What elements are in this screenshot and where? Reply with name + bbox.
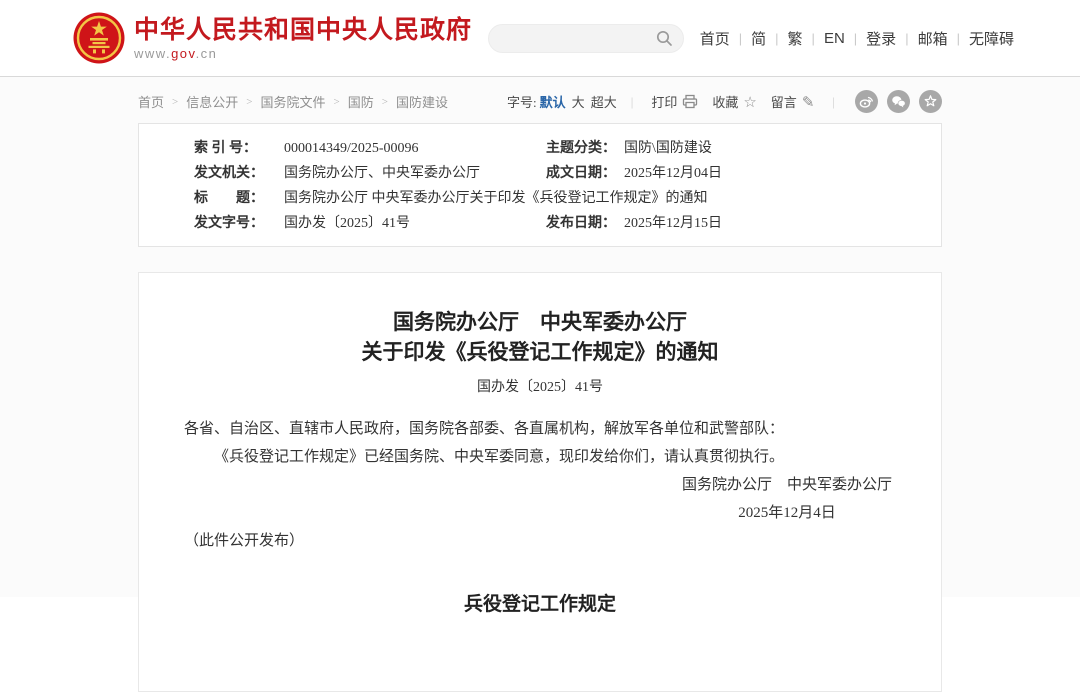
site-header: 中华人民共和国中央人民政府 www.gov.cn 首页| 简| 繁| EN| 登… — [0, 0, 1080, 77]
meta-index-value: 000014349/2025-00096 — [284, 136, 546, 161]
print-button[interactable]: 打印 — [651, 92, 698, 111]
font-size-default-button[interactable]: 默认 — [540, 92, 566, 111]
meta-title-label: 标 题： — [194, 186, 284, 211]
meta-agency-label: 发文机关： — [194, 161, 284, 186]
meta-title-value: 国务院办公厅 中央军委办公厅关于印发《兵役登记工作规定》的通知 — [284, 186, 941, 211]
search-box[interactable] — [488, 24, 684, 53]
nav-accessibility[interactable]: 无障碍 — [969, 28, 1014, 49]
breadcrumb-national-defense[interactable]: 国防 — [348, 92, 374, 111]
share-weibo-button[interactable] — [855, 90, 878, 113]
meta-index-label: 索 引 号： — [194, 136, 284, 161]
nav-mail[interactable]: 邮箱 — [918, 28, 948, 49]
site-brand[interactable]: 中华人民共和国中央人民政府 www.gov.cn — [134, 16, 472, 61]
breadcrumb-info-disclosure[interactable]: 信息公开 — [186, 92, 238, 111]
search-icon[interactable] — [656, 30, 673, 47]
meta-row: 索 引 号： 000014349/2025-00096 主题分类： 国防\国防建… — [139, 136, 941, 161]
document-title-line2: 关于印发《兵役登记工作规定》的通知 — [184, 337, 896, 367]
breadcrumb: 首页> 信息公开> 国务院文件> 国防> 国防建设 — [138, 92, 448, 111]
nav-login[interactable]: 登录 — [866, 28, 896, 49]
page-background: 首页> 信息公开> 国务院文件> 国防> 国防建设 字号: 默认 大 超大 | … — [0, 77, 1080, 597]
pencil-icon: ✎ — [802, 93, 815, 111]
nav-traditional[interactable]: 繁 — [788, 28, 803, 49]
font-size-xlarge-button[interactable]: 超大 — [591, 92, 617, 111]
meta-topic-label: 主题分类： — [546, 136, 624, 161]
site-title: 中华人民共和国中央人民政府 — [134, 16, 472, 44]
printer-icon — [682, 94, 698, 109]
breadcrumb-current: 国防建设 — [396, 92, 448, 111]
toolbar: 首页> 信息公开> 国务院文件> 国防> 国防建设 字号: 默认 大 超大 | … — [138, 77, 942, 113]
meta-row: 标 题： 国务院办公厅 中央军委办公厅关于印发《兵役登记工作规定》的通知 — [139, 186, 941, 211]
meta-written-date-label: 成文日期： — [546, 161, 624, 186]
document-body: 各省、自治区、直辖市人民政府，国务院各部委、各直属机构，解放军各单位和武警部队：… — [184, 415, 896, 619]
document-title: 国务院办公厅 中央军委办公厅 关于印发《兵役登记工作规定》的通知 — [184, 307, 896, 367]
meta-doc-number-value: 国办发〔2025〕41号 — [284, 211, 546, 236]
nav-home[interactable]: 首页 — [700, 28, 730, 49]
share-wechat-button[interactable] — [887, 90, 910, 113]
meta-row: 发文字号： 国办发〔2025〕41号 发布日期： 2025年12月15日 — [139, 211, 941, 236]
share-favorite-button[interactable] — [919, 90, 942, 113]
star-circle-icon — [923, 94, 938, 109]
document-content: 国务院办公厅 中央军委办公厅 关于印发《兵役登记工作规定》的通知 国办发〔202… — [138, 272, 942, 692]
public-release-note: （此件公开发布） — [184, 527, 896, 555]
document-paragraph: 各省、自治区、直辖市人民政府，国务院各部委、各直属机构，解放军各单位和武警部队： — [184, 415, 896, 443]
top-nav: 首页| 简| 繁| EN| 登录| 邮箱| 无障碍 — [700, 28, 1014, 49]
meta-doc-number-label: 发文字号： — [194, 211, 284, 236]
nav-english[interactable]: EN — [824, 30, 845, 47]
document-title-line1: 国务院办公厅 中央军委办公厅 — [184, 307, 896, 337]
meta-row: 发文机关： 国务院办公厅、中央军委办公厅 成文日期： 2025年12月04日 — [139, 161, 941, 186]
national-emblem-icon — [73, 12, 125, 64]
weibo-icon — [859, 94, 874, 109]
search-input[interactable] — [503, 31, 656, 46]
meta-agency-value: 国务院办公厅、中央军委办公厅 — [284, 161, 546, 186]
font-size-large-button[interactable]: 大 — [572, 92, 585, 111]
meta-topic-value: 国防\国防建设 — [624, 136, 941, 161]
font-size-label: 字号: — [507, 92, 537, 111]
signature-date: 2025年12月4日 — [682, 499, 892, 527]
document-number: 国办发〔2025〕41号 — [184, 374, 896, 402]
comment-button[interactable]: 留言 ✎ — [771, 92, 815, 111]
star-icon: ☆ — [743, 93, 756, 111]
site-url: www.gov.cn — [134, 46, 472, 61]
wechat-icon — [891, 94, 906, 109]
favorite-button[interactable]: 收藏 ☆ — [712, 92, 756, 111]
meta-publish-date-value: 2025年12月15日 — [624, 211, 941, 236]
signature-block: 国务院办公厅 中央军委办公厅 2025年12月4日 — [184, 471, 896, 527]
page-controls: 字号: 默认 大 超大 | 打印 收藏 ☆ 留言 ✎ | — [507, 90, 942, 113]
signature-agencies: 国务院办公厅 中央军委办公厅 — [682, 471, 892, 499]
meta-written-date-value: 2025年12月04日 — [624, 161, 941, 186]
breadcrumb-home[interactable]: 首页 — [138, 92, 164, 111]
nav-simplified[interactable]: 简 — [751, 28, 766, 49]
breadcrumb-state-council-docs[interactable]: 国务院文件 — [260, 92, 325, 111]
meta-publish-date-label: 发布日期： — [546, 211, 624, 236]
document-metadata: 索 引 号： 000014349/2025-00096 主题分类： 国防\国防建… — [138, 123, 942, 247]
regulation-section-title: 兵役登记工作规定 — [184, 591, 896, 619]
document-paragraph: 《兵役登记工作规定》已经国务院、中央军委同意，现印发给你们，请认真贯彻执行。 — [184, 443, 896, 471]
